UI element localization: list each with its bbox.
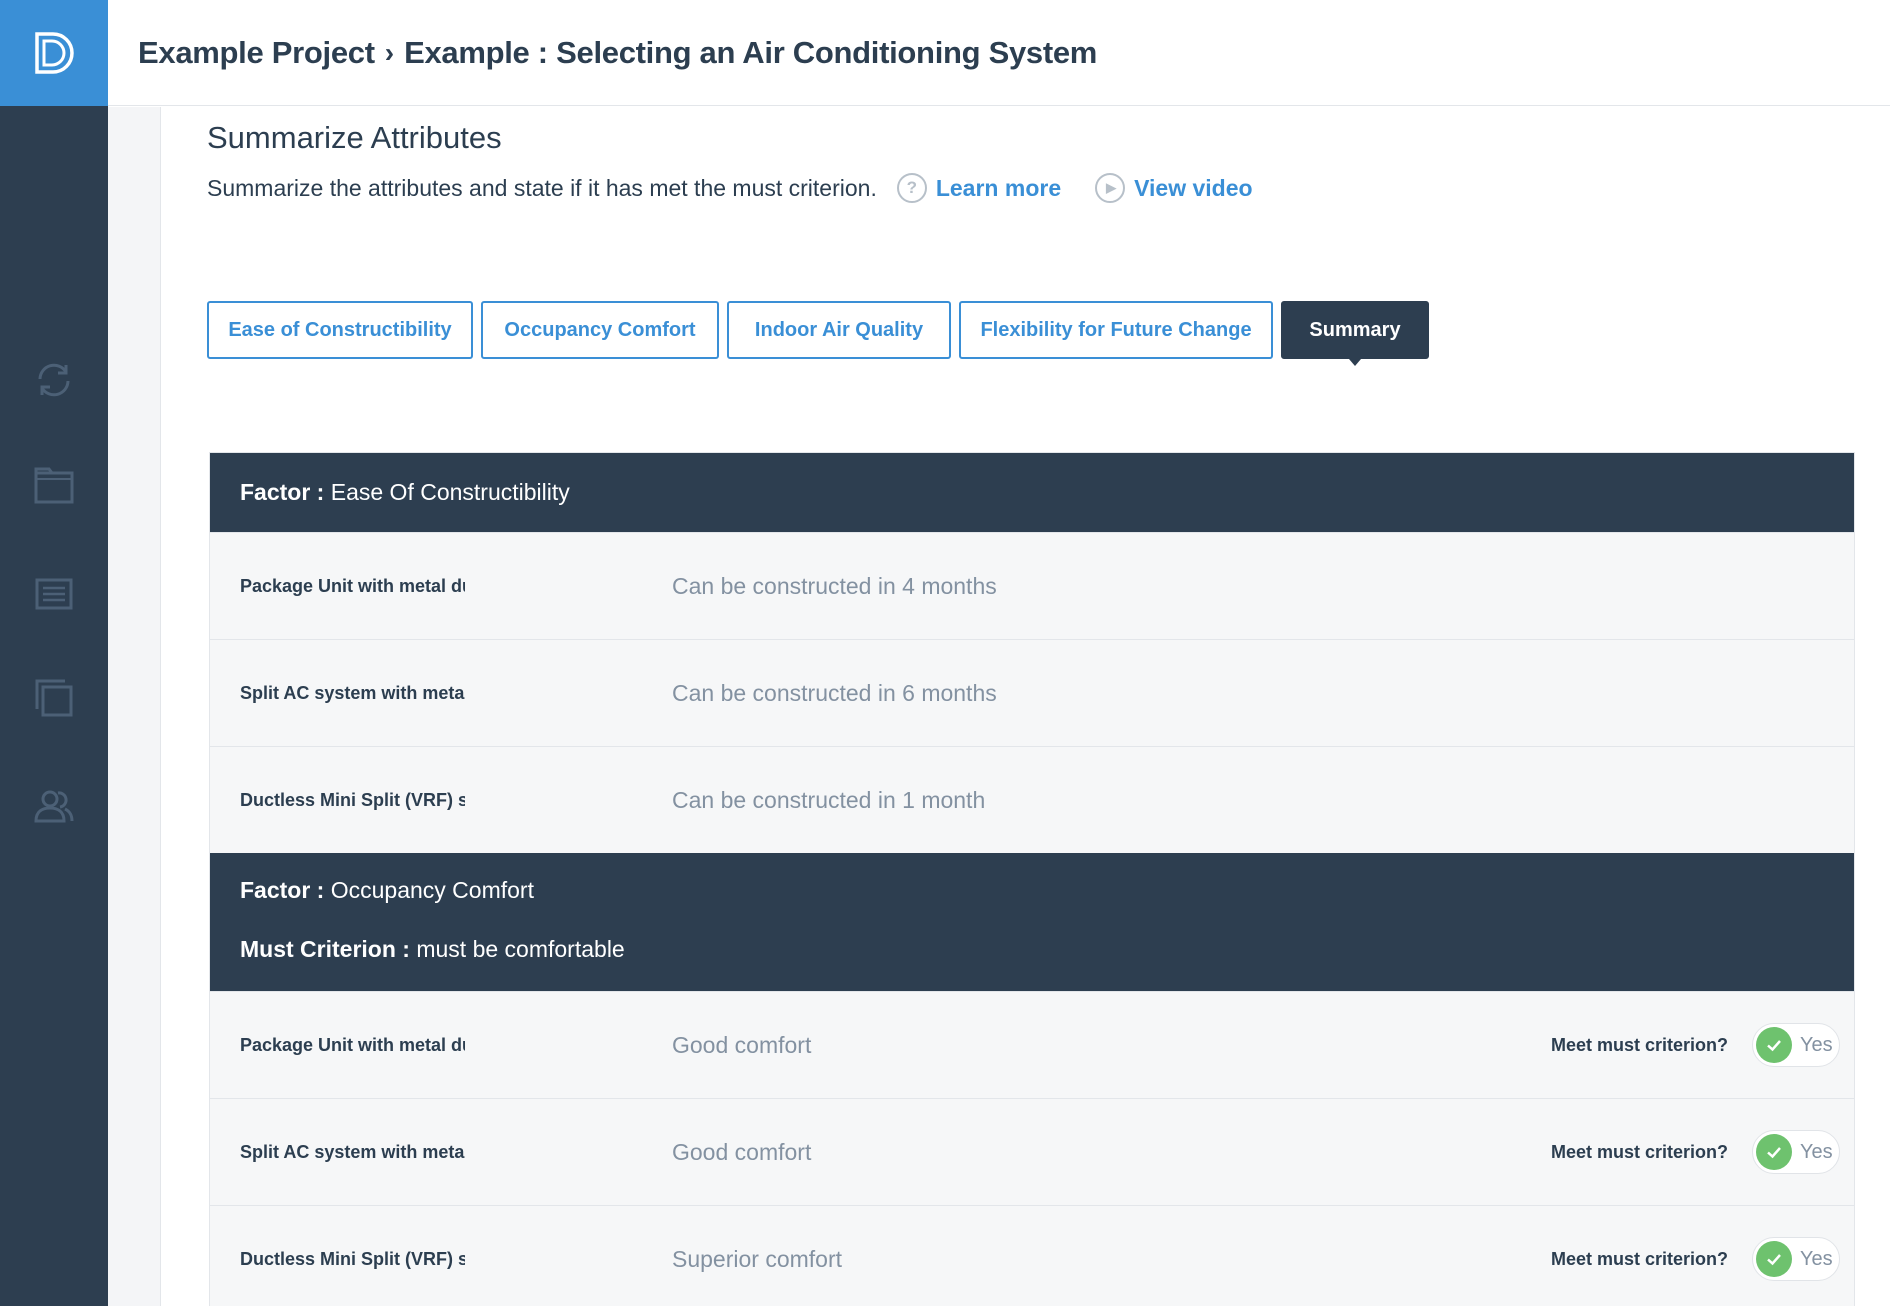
tab-summary[interactable]: Summary [1281, 301, 1429, 366]
view-video-link[interactable]: ▶ View video [1095, 173, 1253, 203]
option-name: Split AC system with metal d [240, 682, 465, 703]
folder-icon[interactable] [28, 460, 80, 512]
option-name: Split AC system with metal d [240, 1141, 465, 1162]
tab-occupancy-comfort[interactable]: Occupancy Comfort [481, 301, 719, 359]
content-rail [108, 107, 161, 1306]
check-icon [1756, 1134, 1792, 1170]
factor-header: Factor : Occupancy Comfort Must Criterio… [210, 853, 1854, 991]
factor-name: Ease Of Constructibility [330, 479, 570, 505]
criterion-label: Must Criterion : [240, 936, 410, 962]
sidebar [0, 0, 108, 1306]
factor-name: Occupancy Comfort [330, 877, 534, 903]
must-criterion: Must Criterion : must be comfortable [240, 936, 1824, 963]
learn-more-link[interactable]: ? Learn more [896, 173, 1062, 203]
table-row: Split AC system with metal d Can be cons… [210, 639, 1854, 746]
description-text: Summarize the attributes and state if it… [207, 174, 877, 201]
breadcrumb-project[interactable]: Example Project [138, 35, 375, 71]
meet-criterion-label: Meet must criterion? [1550, 1034, 1728, 1055]
attribute-value: Good comfort [672, 1031, 812, 1058]
top-header: Example Project › Example : Selecting an… [108, 0, 1890, 106]
view-video-label: View video [1134, 174, 1253, 201]
toggle-label: Yes [1800, 1033, 1833, 1056]
page-title: Example : Selecting an Air Conditioning … [404, 34, 1098, 70]
option-name: Package Unit with metal duc [240, 575, 465, 596]
tab-indoor-air-quality[interactable]: Indoor Air Quality [727, 301, 951, 359]
meet-criterion-label: Meet must criterion? [1550, 1248, 1728, 1269]
factor-label: Factor : [240, 479, 325, 505]
breadcrumb-separator: › [384, 36, 395, 68]
option-name: Ductless Mini Split (VRF) sys [240, 789, 465, 810]
sync-icon[interactable] [28, 354, 80, 406]
toggle-label: Yes [1800, 1247, 1833, 1270]
meet-criterion-toggle[interactable]: Yes [1752, 1130, 1840, 1174]
table-row: Ductless Mini Split (VRF) sys Superior c… [210, 1205, 1854, 1306]
app-logo[interactable] [0, 0, 108, 106]
attribute-value: Can be constructed in 4 months [672, 572, 997, 599]
table-row: Ductless Mini Split (VRF) sys Can be con… [210, 746, 1854, 853]
attribute-tabs: Ease of Constructibility Occupancy Comfo… [207, 301, 1437, 366]
section-description: Summarize the attributes and state if it… [207, 173, 1253, 203]
learn-more-label: Learn more [935, 174, 1062, 201]
copy-icon[interactable] [28, 672, 80, 724]
table-row: Package Unit with metal duc Can be const… [210, 532, 1854, 639]
table-row: Split AC system with metal d Good comfor… [210, 1098, 1854, 1205]
tab-ease-of-constructibility[interactable]: Ease of Constructibility [207, 301, 473, 359]
meet-criterion-toggle[interactable]: Yes [1752, 1237, 1840, 1281]
attribute-value: Good comfort [672, 1138, 812, 1165]
factor-label: Factor : [240, 877, 325, 903]
play-icon: ▶ [1095, 173, 1126, 203]
section-title: Summarize Attributes [207, 120, 502, 155]
logo-icon [35, 32, 74, 74]
factor-title: Factor : Ease Of Constructibility [240, 479, 570, 506]
check-icon [1756, 1027, 1792, 1063]
toggle-label: Yes [1800, 1140, 1833, 1163]
criterion-text: must be comfortable [416, 936, 625, 962]
users-icon[interactable] [28, 780, 80, 832]
tab-flexibility-for-future-change[interactable]: Flexibility for Future Change [959, 301, 1273, 359]
attribute-value: Can be constructed in 1 month [672, 786, 986, 813]
meet-criterion-label: Meet must criterion? [1550, 1141, 1728, 1162]
table-row: Package Unit with metal duc Good comfort… [210, 991, 1854, 1098]
question-icon: ? [896, 173, 927, 203]
attribute-value: Superior comfort [672, 1245, 843, 1272]
option-name: Ductless Mini Split (VRF) sys [240, 1248, 465, 1269]
attribute-value: Can be constructed in 6 months [672, 679, 997, 706]
summary-table: Factor : Ease Of Constructibility Packag… [209, 452, 1855, 1306]
meet-criterion-toggle[interactable]: Yes [1752, 1023, 1840, 1067]
check-icon [1756, 1241, 1792, 1277]
factor-header: Factor : Ease Of Constructibility [210, 453, 1854, 532]
list-icon[interactable] [28, 568, 80, 620]
factor-title: Factor : Occupancy Comfort [240, 877, 1824, 904]
option-name: Package Unit with metal duc [240, 1034, 465, 1055]
